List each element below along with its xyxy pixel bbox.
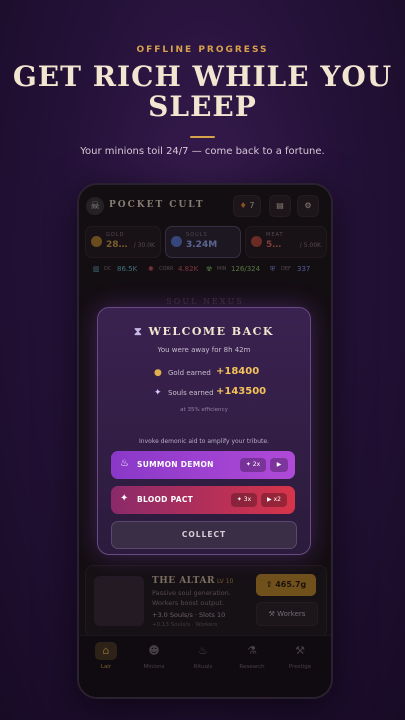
summon-demon-label: SUMMON DEMON [137, 460, 214, 469]
modal-title-text: WELCOME BACK [148, 325, 274, 338]
pact-video-text: x2 [273, 496, 281, 503]
sparkle-icon: ✦ [245, 461, 251, 468]
summon-mult-text: 2x [252, 461, 261, 468]
pact-video-tag: ▶ x2 [261, 493, 287, 507]
promo-subline: Your minions toil 24/7 — come back to a … [80, 146, 325, 157]
flame-icon: ♨ [120, 458, 129, 469]
summon-demon-button[interactable]: ♨ SUMMON DEMON ✦ 2x ▶ [111, 451, 295, 479]
collect-button[interactable]: COLLECT [111, 521, 297, 549]
sparkle-icon: ✦ [154, 388, 162, 398]
video-icon: ▶ [267, 496, 272, 503]
promo-divider [190, 136, 215, 138]
gold-earned-label: Gold earned [168, 369, 211, 377]
promo-headline: GET RICH WHILE YOU SLEEP [12, 60, 393, 123]
gold-earned-row: ● Gold earned +18400 [98, 366, 310, 380]
gold-earned-value: +18400 [216, 366, 260, 377]
efficiency-note: at 35% efficiency [180, 407, 228, 413]
souls-earned-row: ✦ Souls earned +143500 [98, 386, 310, 400]
pact-multiplier: ✦ 3x [231, 493, 257, 507]
pact-mult-text: 3x [243, 496, 252, 503]
blood-pact-label: BLOOD PACT [137, 495, 194, 504]
coins-icon: ● [154, 368, 162, 378]
hourglass-icon: ⧗ [134, 325, 144, 338]
sparkle-icon: ✦ [236, 496, 242, 503]
summon-multiplier: ✦ 2x [240, 458, 266, 472]
souls-earned-value: +143500 [216, 386, 267, 397]
invoke-hint: Invoke demonic aid to amplify your tribu… [139, 438, 269, 445]
phone-frame: ☠ POCKET CULT ♦ 7 ▤ ⚙ GOLD 28… / 30.0K S… [77, 183, 333, 699]
sparkle-icon: ✦ [120, 493, 129, 504]
blood-pact-button[interactable]: ✦ BLOOD PACT ✦ 3x ▶ x2 [111, 486, 295, 514]
promo-kicker: OFFLINE PROGRESS [136, 45, 269, 55]
video-icon: ▶ [270, 458, 288, 472]
welcome-back-modal: ⧗ WELCOME BACK You were away for 8h 42m … [97, 307, 311, 555]
souls-earned-label: Souls earned [168, 389, 214, 397]
collect-label: COLLECT [181, 530, 227, 539]
modal-title: ⧗ WELCOME BACK [98, 325, 310, 339]
app-screen: ☠ POCKET CULT ♦ 7 ▤ ⚙ GOLD 28… / 30.0K S… [79, 185, 331, 697]
away-duration: You were away for 8h 42m [157, 346, 251, 354]
